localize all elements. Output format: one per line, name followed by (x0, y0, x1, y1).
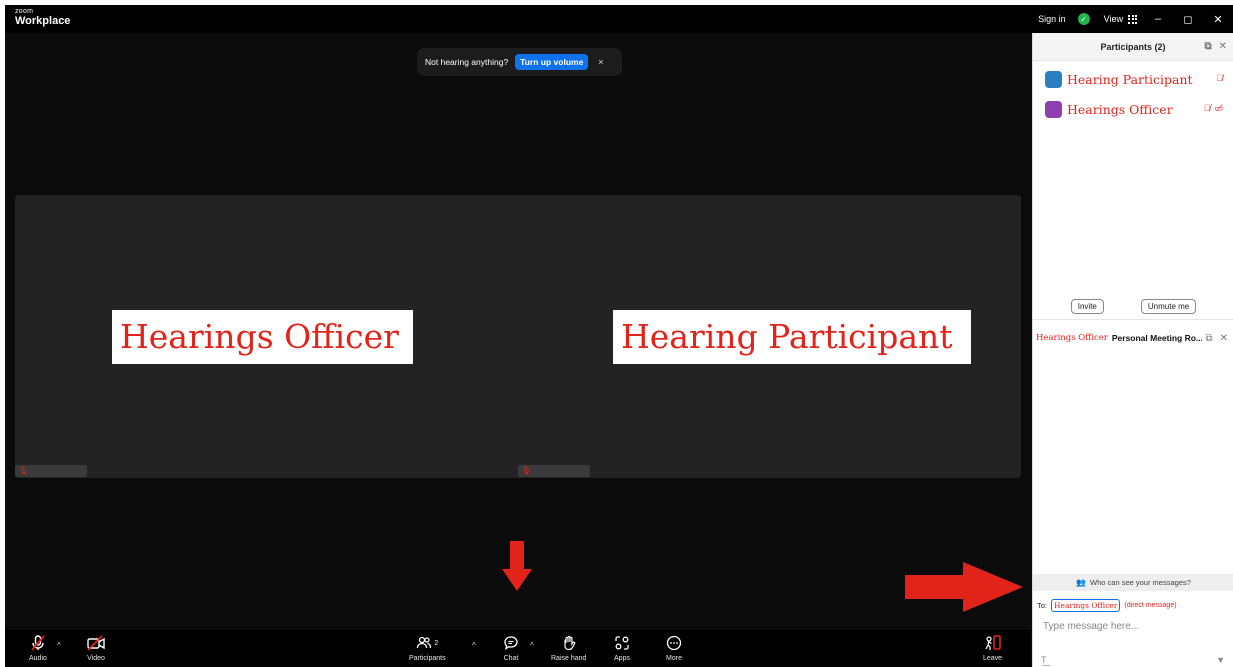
participant-name: Hearings Officer (1067, 101, 1173, 117)
chat-host-name: Hearings Officer (1036, 332, 1108, 343)
participants-button[interactable]: 2 Participants (409, 634, 446, 662)
participants-actions: Invite Unmute me (1033, 299, 1233, 314)
video-off-icon (87, 634, 105, 652)
format-icon[interactable]: T͟ (1041, 655, 1047, 665)
video-button[interactable]: Video (87, 634, 105, 662)
annotation-arrow-right (905, 562, 1025, 612)
chat-options-caret[interactable]: ^ (530, 641, 534, 650)
who-can-see-messages-link[interactable]: 👥 Who can see your messages? (1033, 574, 1233, 591)
video-gallery: Hearings Officer Hearing Participant 🎙 🎙 (15, 195, 1021, 478)
chat-message-input[interactable] (1043, 618, 1223, 634)
more-label: More (666, 655, 682, 662)
chat-room-title: Personal Meeting Ro... (1111, 332, 1204, 343)
raise-hand-button[interactable]: Raise hand (551, 634, 586, 662)
meeting-toolbar: Audio ^ Video 2 Participants ^ Chat ^ Ra… (5, 630, 1031, 667)
popout-icon[interactable]: ⧉ (1204, 41, 1211, 52)
maximize-button[interactable]: ◻ (1173, 5, 1203, 33)
video-off-icon: ▭̸ (1214, 103, 1223, 113)
zoom-window: zoom Workplace Sign in ✓ View – ◻ ✕ Not … (5, 5, 1233, 667)
mic-muted-icon: 🎙 (521, 466, 532, 475)
volume-notification: Not hearing anything? Turn up volume × (417, 48, 622, 76)
participants-panel-title: Participants (2) (1100, 41, 1166, 52)
close-icon[interactable]: ✕ (1220, 333, 1228, 344)
chat-label: Chat (503, 655, 519, 662)
invite-button[interactable]: Invite (1070, 299, 1104, 314)
participant-row[interactable]: Hearing Participant 🎙̸ (1033, 67, 1233, 91)
avatar (1045, 70, 1062, 88)
recipient-row: To: Hearings Officer (direct message) (1037, 599, 1177, 612)
title-bar: zoom Workplace Sign in ✓ View – ◻ ✕ (5, 5, 1233, 33)
send-dropdown-icon[interactable]: ▼ (1216, 655, 1225, 665)
mic-off-icon (30, 634, 46, 652)
participants-icon: 2 (416, 634, 438, 652)
apps-label: Apps (614, 655, 630, 662)
video-tile-name-officer: Hearings Officer (112, 310, 413, 364)
people-icon: 👥 (1076, 578, 1087, 587)
grid-view-icon (1128, 14, 1137, 24)
audio-options-caret[interactable]: ^ (57, 641, 61, 650)
raise-hand-label: Raise hand (551, 655, 587, 662)
participants-count: 2 (434, 639, 439, 647)
toast-close-button[interactable]: × (598, 57, 603, 67)
recipient-selector[interactable]: Hearings Officer (1051, 599, 1121, 612)
unmute-me-button[interactable]: Unmute me (1140, 299, 1197, 314)
brand-small-text: zoom (15, 8, 34, 15)
close-window-button[interactable]: ✕ (1203, 5, 1233, 33)
minimize-button[interactable]: – (1143, 5, 1173, 33)
brand-big-text: Workplace (15, 15, 71, 27)
apps-button[interactable]: Apps (614, 634, 630, 662)
who-can-see-text: Who can see your messages? (1090, 578, 1191, 587)
participants-label: Participants (409, 655, 446, 662)
audio-button[interactable]: Audio (29, 634, 47, 662)
mic-muted-icon: 🎙̸ (1203, 103, 1211, 113)
leave-icon (984, 634, 1002, 652)
close-icon[interactable]: ✕ (1219, 41, 1227, 52)
participants-panel-header: Participants (2) ⧉ ✕ (1033, 33, 1233, 61)
view-label: View (1103, 14, 1123, 24)
video-label: Video (87, 655, 105, 662)
participant-name: Hearing Participant (1067, 71, 1193, 87)
more-button[interactable]: More (666, 634, 682, 662)
to-label: To: (1037, 601, 1048, 610)
participants-options-caret[interactable]: ^ (472, 641, 476, 650)
zoom-workplace-logo: zoom Workplace (15, 8, 70, 27)
popout-icon[interactable]: ⧉ (1205, 333, 1212, 344)
view-button[interactable]: View (1104, 14, 1137, 24)
security-shield-icon[interactable]: ✓ (1077, 13, 1090, 25)
participant-row[interactable]: Hearings Officer 🎙̸ ▭̸ (1033, 97, 1233, 121)
mic-muted-icon: 🎙̸ (1216, 73, 1223, 83)
apps-icon (614, 634, 630, 652)
leave-label: Leave (983, 655, 1003, 662)
turn-up-volume-button[interactable]: Turn up volume (515, 54, 589, 70)
toast-message: Not hearing anything? (425, 57, 509, 67)
audio-label: Audio (29, 655, 47, 662)
annotation-arrow-down (502, 541, 532, 591)
video-tile-footer: 🎙 (15, 465, 87, 477)
leave-button[interactable]: Leave (983, 634, 1002, 662)
side-panel: Participants (2) ⧉ ✕ Hearing Participant… (1032, 33, 1233, 667)
mic-muted-icon: 🎙 (18, 466, 29, 475)
video-tile-footer: 🎙 (518, 465, 590, 477)
avatar (1045, 100, 1062, 118)
direct-message-tag: (direct message) (1124, 602, 1177, 609)
raise-hand-icon (561, 634, 577, 652)
video-tile-name-participant: Hearing Participant (613, 310, 971, 364)
chat-button[interactable]: Chat (503, 634, 519, 662)
sign-in-link[interactable]: Sign in (1038, 14, 1066, 24)
title-bar-controls: Sign in ✓ View – ◻ ✕ (1032, 5, 1233, 33)
chat-icon (503, 634, 519, 652)
chat-panel-header: Hearings Officer Personal Meeting Ro... … (1033, 319, 1233, 355)
more-icon (666, 634, 682, 652)
chat-input-toolbar: T͟ ▼ (1041, 655, 1231, 665)
